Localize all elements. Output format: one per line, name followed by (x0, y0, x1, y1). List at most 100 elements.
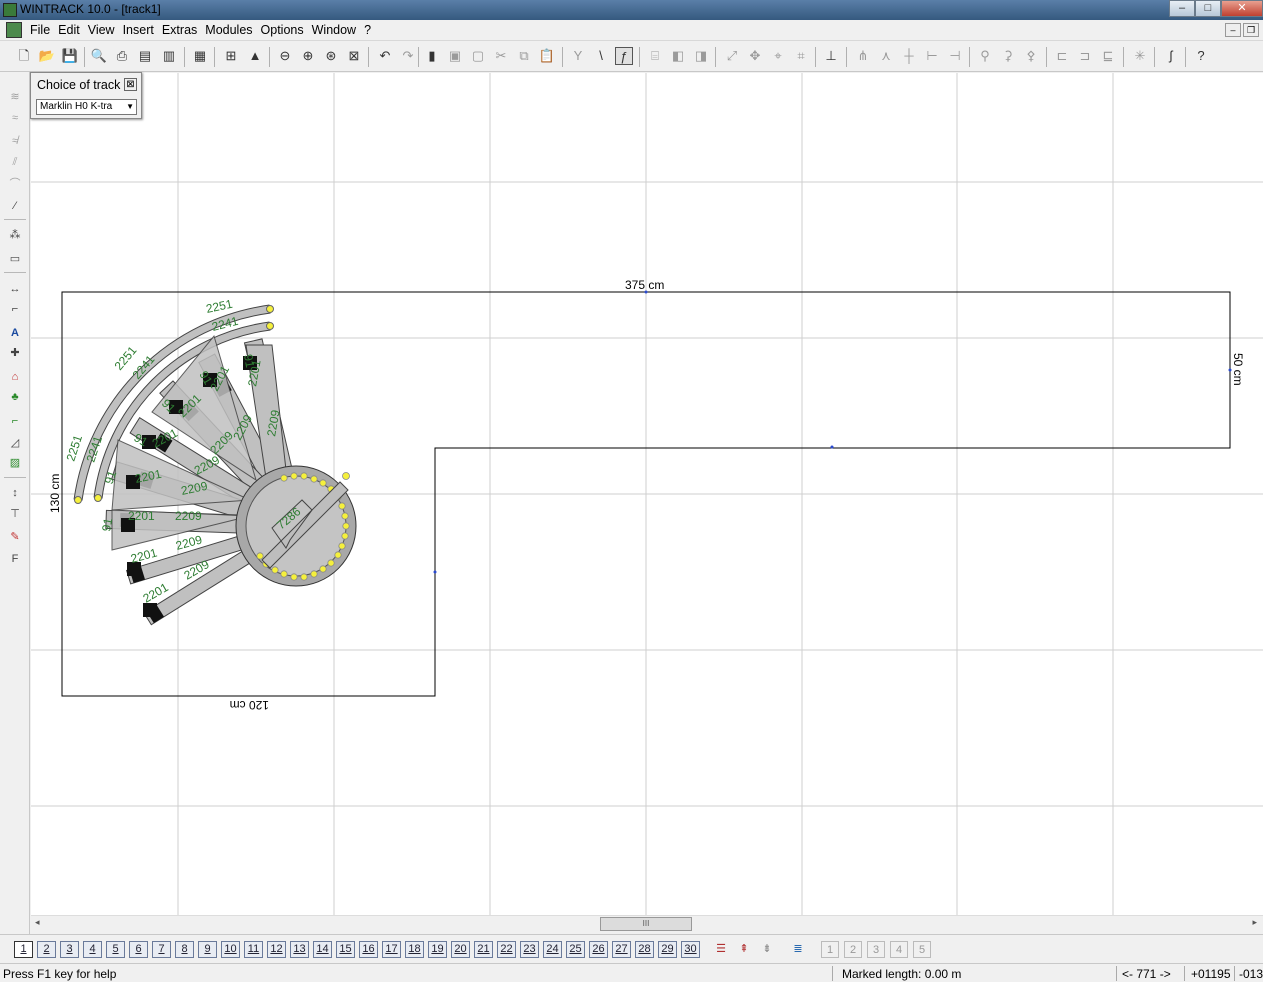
redo-icon[interactable]: ↷ (399, 47, 417, 65)
draw-track-icon[interactable]: ⁄ (5, 197, 25, 215)
zoom-window-icon[interactable]: ⊛ (322, 47, 340, 65)
layer-back-icon[interactable]: ◨ (692, 47, 710, 65)
page-tab[interactable]: 23 (520, 941, 539, 958)
landscape-icon[interactable]: ▨ (5, 454, 25, 472)
signal-icon[interactable]: ⁂ (5, 226, 25, 244)
align-icon[interactable]: ⌖ (769, 47, 787, 65)
page-tab[interactable]: 30 (681, 941, 700, 958)
flex-turnout-icon[interactable]: ≉ (5, 132, 25, 150)
page-tab[interactable]: 24 (543, 941, 562, 958)
scroll-thumb[interactable]: III (600, 917, 692, 931)
move-icon[interactable]: ✥ (746, 47, 764, 65)
page-tab[interactable]: 2 (37, 941, 56, 958)
join-icon[interactable]: ⊢ (923, 47, 941, 65)
platform-icon[interactable]: ▭ (5, 250, 25, 268)
menu-view[interactable]: View (88, 23, 123, 37)
measure-radius-icon[interactable]: ⚴ (1022, 47, 1040, 65)
view-1-icon[interactable]: 1 (821, 941, 839, 958)
page-tab[interactable]: 21 (474, 941, 493, 958)
snap-icon[interactable]: ⌗ (792, 47, 810, 65)
dimension-icon[interactable]: ↔ (5, 280, 25, 298)
page-tab[interactable]: 12 (267, 941, 286, 958)
page-tab[interactable]: 19 (428, 941, 447, 958)
menu-window[interactable]: Window (312, 23, 364, 37)
context-help-icon[interactable]: ? (1192, 47, 1210, 65)
straight-track-icon[interactable]: ⫽ (5, 153, 25, 171)
undo-icon[interactable]: ↶ (376, 47, 394, 65)
page-tab[interactable]: 22 (497, 941, 516, 958)
text-tool-icon[interactable]: A (5, 324, 25, 342)
turnout-icon[interactable]: Y (569, 47, 587, 65)
menu-help[interactable]: ? (364, 23, 379, 37)
page-tab[interactable]: 26 (589, 941, 608, 958)
page-tab[interactable]: 28 (635, 941, 654, 958)
cut-icon[interactable]: ✂ (492, 47, 510, 65)
print-setup-icon[interactable]: ▤ (136, 47, 154, 65)
copy-icon[interactable]: ⧉ (515, 47, 533, 65)
layer-up-icon[interactable]: ⇞ (735, 941, 753, 958)
font-icon[interactable]: F (5, 550, 25, 568)
flex-track-icon[interactable]: ʃ (1162, 47, 1180, 65)
horizontal-scrollbar[interactable]: ◂ III ▸ (31, 915, 1263, 932)
page-tab[interactable]: 11 (244, 941, 263, 958)
layer-down-icon[interactable]: ⇟ (758, 941, 776, 958)
connect-icon[interactable]: ⋔ (854, 47, 872, 65)
curved-track-icon[interactable]: ⌒ (5, 175, 25, 193)
page-tab[interactable]: 16 (359, 941, 378, 958)
close-button[interactable]: ✕ (1221, 0, 1263, 17)
view-3-icon[interactable]: 3 (867, 941, 885, 958)
group-icon[interactable]: ▣ (446, 47, 464, 65)
flex-curve-tool-icon[interactable]: ≈ (5, 109, 25, 127)
extend-icon[interactable]: ⊣ (946, 47, 964, 65)
menu-modules[interactable]: Modules (205, 23, 260, 37)
page-tab[interactable]: 7 (152, 941, 171, 958)
menu-file[interactable]: File (30, 23, 58, 37)
menu-insert[interactable]: Insert (123, 23, 162, 37)
scroll-right-arrow[interactable]: ▸ (1252, 917, 1257, 928)
view-5-icon[interactable]: 5 (913, 941, 931, 958)
zoom-all-icon[interactable]: ⊠ (345, 47, 363, 65)
measure-distance-icon[interactable]: ↕ (5, 484, 25, 502)
parts-list-icon[interactable]: ⊞ (222, 47, 240, 65)
page-tab[interactable]: 18 (405, 941, 424, 958)
explode-icon[interactable]: ✳ (1131, 47, 1149, 65)
delete-icon[interactable]: ▮ (423, 47, 441, 65)
layer-manager-icon[interactable]: ≣ (789, 941, 807, 958)
zoom-in-icon[interactable]: ⊕ (299, 47, 317, 65)
close-panel-icon[interactable]: ⊠ (124, 78, 137, 91)
flex-straight-icon[interactable]: ≋ (5, 88, 25, 106)
page-tab[interactable]: 5 (106, 941, 125, 958)
menu-extras[interactable]: Extras (162, 23, 205, 37)
page-tab[interactable]: 17 (382, 941, 401, 958)
building-icon[interactable]: ⌂ (5, 368, 25, 386)
save-icon[interactable]: 💾 (61, 47, 79, 65)
print-icon[interactable]: ⎙ (113, 47, 131, 65)
menu-edit[interactable]: Edit (58, 23, 88, 37)
minimize-button[interactable]: – (1169, 0, 1195, 17)
page-setup-icon[interactable]: ▥ (160, 47, 178, 65)
maximize-button[interactable]: □ (1195, 0, 1221, 17)
height-icon[interactable]: ⊥ (822, 47, 840, 65)
page-tab[interactable]: 4 (83, 941, 102, 958)
page-tab[interactable]: 10 (221, 941, 240, 958)
layout-drawing[interactable]: 375 cm 50 cm 130 cm 120 cm 2251 2241 225… (31, 73, 1263, 916)
layer-front-icon[interactable]: ◧ (669, 47, 687, 65)
page-tab[interactable]: 14 (313, 941, 332, 958)
stairs-icon[interactable]: ⌐ (5, 300, 25, 318)
measure-icon[interactable]: ⚲ (976, 47, 994, 65)
page-tab[interactable]: 3 (60, 941, 79, 958)
page-tab[interactable]: 15 (336, 941, 355, 958)
menu-options[interactable]: Options (261, 23, 312, 37)
polyline-icon[interactable]: ⌐ (5, 412, 25, 430)
scroll-left-arrow[interactable]: ◂ (35, 917, 40, 928)
curve-icon[interactable]: \ (592, 47, 610, 65)
mdi-restore-button[interactable]: ❐ (1243, 23, 1259, 37)
marker-icon[interactable]: ✚ (5, 344, 25, 362)
open-file-icon[interactable]: 📂 (38, 47, 56, 65)
ungroup-icon[interactable]: ▢ (469, 47, 487, 65)
page-tab[interactable]: 1 (14, 941, 33, 958)
ramp-icon[interactable]: ⊑ (1099, 47, 1117, 65)
page-tab[interactable]: 25 (566, 941, 585, 958)
split-icon[interactable]: ⋏ (877, 47, 895, 65)
level-icon[interactable]: ⊏ (1053, 47, 1071, 65)
